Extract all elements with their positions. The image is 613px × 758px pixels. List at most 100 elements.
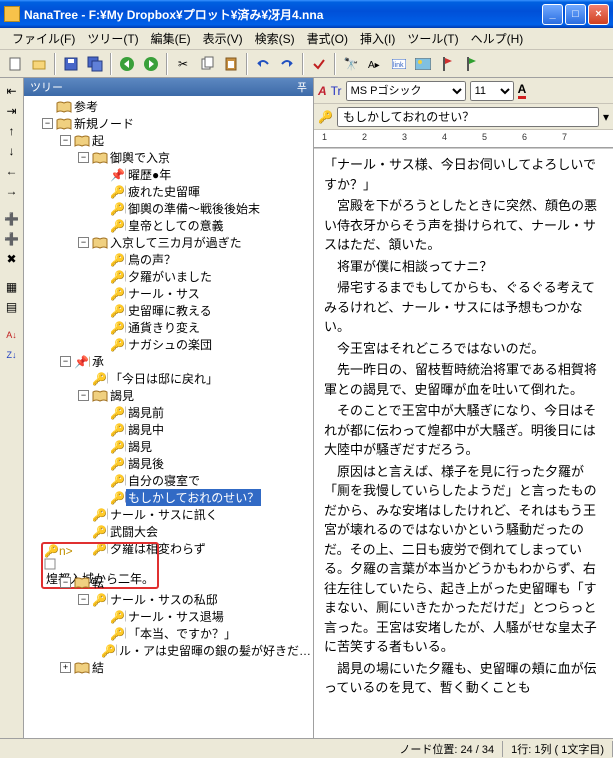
node-label: 「本当、ですか？」 [126, 625, 238, 642]
add-sibling-icon[interactable]: ➕ [3, 210, 21, 228]
tree-node[interactable]: 🔑謁見 [24, 438, 313, 455]
tree-node[interactable]: 🔑ル・アは史留暉の銀の髪が好きだ… [24, 642, 313, 659]
tree-node[interactable]: 参考 [24, 98, 313, 115]
forward-icon[interactable] [140, 53, 162, 75]
tree-node[interactable]: 🔑ナール・サス [24, 285, 313, 302]
tree-node[interactable]: −新規ノード [24, 115, 313, 132]
tree-node[interactable]: −御輿で入京 [24, 149, 313, 166]
sort-za-icon[interactable]: Z↓ [3, 346, 21, 364]
paragraph: 帰宅するまでもしてからも、ぐるぐる考えてみるけれど、ナール・サスには予想もつかな… [324, 278, 603, 337]
new-doc-icon[interactable] [4, 53, 26, 75]
tree-node[interactable]: 🔑謁見前 [24, 404, 313, 421]
find-next-icon[interactable]: A▸ [364, 53, 386, 75]
tree-node[interactable]: 🔑「今日は邸に戻れ」 [24, 370, 313, 387]
flag-red-icon[interactable] [436, 53, 458, 75]
save-all-icon[interactable] [84, 53, 106, 75]
move-right-icon[interactable]: → [3, 182, 21, 200]
tree-node[interactable]: 🔑御輿の準備～戦後後始末 [24, 200, 313, 217]
cut-icon[interactable]: ✂ [172, 53, 194, 75]
close-button[interactable]: × [588, 4, 609, 25]
tree-node[interactable]: +結 [24, 659, 313, 676]
tree-node[interactable]: 🔑疲れた史留暉 [24, 183, 313, 200]
tree-node[interactable]: −謁見 [24, 387, 313, 404]
tree-node[interactable]: 🔑謁見中 [24, 421, 313, 438]
link-icon[interactable]: link [388, 53, 410, 75]
delete-node-icon[interactable]: ✖ [3, 250, 21, 268]
tree-expander[interactable]: − [60, 135, 71, 146]
tree-node[interactable]: 🔑鳥の声？ [24, 251, 313, 268]
open-file-dropdown[interactable] [28, 53, 50, 75]
menu-item[interactable]: 表示(V) [197, 28, 249, 49]
paste-icon[interactable] [220, 53, 242, 75]
image-icon[interactable] [412, 53, 434, 75]
flag-green-icon[interactable] [460, 53, 482, 75]
search-input[interactable] [337, 107, 599, 127]
menu-item[interactable]: 検索(S) [249, 28, 301, 49]
tree-node[interactable]: 🔑ナール・サスに訊く [24, 506, 313, 523]
tree-node[interactable]: 🔑武闘大会 [24, 523, 313, 540]
ruler[interactable]: 1234567 [314, 130, 613, 148]
pin-icon[interactable]: 푸 [297, 79, 307, 95]
tree-node[interactable]: −起 [24, 132, 313, 149]
font-color-icon[interactable]: A [518, 82, 527, 99]
tree-node[interactable]: 🔑通貨きり変え [24, 319, 313, 336]
menu-item[interactable]: 書式(O) [301, 28, 354, 49]
tree-expander[interactable]: − [60, 577, 71, 588]
tree-node[interactable]: 🔑もしかしておれのせい？ [24, 489, 313, 506]
add-child-icon[interactable]: ➕ [3, 230, 21, 248]
tree-node[interactable]: −🔑ナール・サスの私邸 [24, 591, 313, 608]
menu-item[interactable]: 挿入(I) [354, 28, 401, 49]
node-label: ナール・サス退場 [126, 608, 226, 625]
move-up-icon[interactable]: ↑ [3, 122, 21, 140]
text-editor[interactable]: 「ナール・サス様、今日お伺いしてよろしいですか？」 宮殿を下がろうとしたときに突… [314, 148, 613, 738]
tree-node[interactable]: 🔑「本当、ですか？」 [24, 625, 313, 642]
menu-item[interactable]: ヘルプ(H) [465, 28, 530, 49]
menu-item[interactable]: ツール(T) [401, 28, 464, 49]
tree-node[interactable]: 🔑史留暉に教える [24, 302, 313, 319]
tree-node[interactable]: −📌承 [24, 353, 313, 370]
font-select[interactable]: MS Pゴシック [346, 81, 466, 101]
tree-expander[interactable]: − [78, 390, 89, 401]
move-left-icon[interactable]: ← [3, 162, 21, 180]
menu-item[interactable]: ファイル(F) [6, 28, 81, 49]
sort-az-icon[interactable]: A↓ [3, 326, 21, 344]
collapse-all-icon[interactable]: ▤ [3, 298, 21, 316]
tree-expander[interactable]: − [78, 594, 89, 605]
node-icon: 📌 [110, 168, 126, 182]
tree-node[interactable]: 🔑夕羅がいました [24, 268, 313, 285]
outdent-icon[interactable]: ⇤ [3, 82, 21, 100]
undo-icon[interactable] [252, 53, 274, 75]
tree-node[interactable]: −入京して三カ月が過ぎた [24, 234, 313, 251]
binoculars-icon[interactable]: 🔭 [340, 53, 362, 75]
tree-node[interactable]: 🔑ナール・サス退場 [24, 608, 313, 625]
move-down-icon[interactable]: ↓ [3, 142, 21, 160]
checkmark-icon[interactable] [308, 53, 330, 75]
tree-node[interactable]: 🔑皇帝としての意義 [24, 217, 313, 234]
tree-expander[interactable]: − [60, 356, 71, 367]
redo-icon[interactable] [276, 53, 298, 75]
tree-node[interactable]: 🔑n>煌都入城から二年。 [24, 557, 313, 574]
tree-expander[interactable]: − [42, 118, 53, 129]
paragraph: 宮殿を下がろうとしたときに突然、顔色の悪い侍衣牙からそう声を掛けられて、ナール・… [324, 196, 603, 255]
tree-node[interactable]: 🔑謁見後 [24, 455, 313, 472]
menu-item[interactable]: ツリー(T) [81, 28, 144, 49]
save-icon[interactable] [60, 53, 82, 75]
node-icon: 🔑 [92, 508, 108, 522]
tree-body[interactable]: 参考−新規ノード−起−御輿で入京📌曜歴●年🔑疲れた史留暉🔑御輿の準備～戦後後始末… [24, 96, 313, 738]
expand-all-icon[interactable]: ▦ [3, 278, 21, 296]
menu-item[interactable]: 編集(E) [145, 28, 197, 49]
minimize-button[interactable]: _ [542, 4, 563, 25]
tree-node[interactable]: 🔑ナガシュの楽団 [24, 336, 313, 353]
tree-expander[interactable]: + [60, 662, 71, 673]
tree-expander[interactable]: − [78, 152, 89, 163]
tree-expander[interactable]: − [78, 237, 89, 248]
fontsize-select[interactable]: 11 [470, 81, 514, 101]
copy-icon[interactable] [196, 53, 218, 75]
font-format-icon[interactable]: A [318, 84, 327, 98]
search-dropdown-icon[interactable]: ▾ [603, 110, 609, 124]
tree-node[interactable]: 📌曜歴●年 [24, 166, 313, 183]
indent-icon[interactable]: ⇥ [3, 102, 21, 120]
back-icon[interactable] [116, 53, 138, 75]
maximize-button[interactable]: □ [565, 4, 586, 25]
tree-node[interactable]: 🔑自分の寝室で [24, 472, 313, 489]
